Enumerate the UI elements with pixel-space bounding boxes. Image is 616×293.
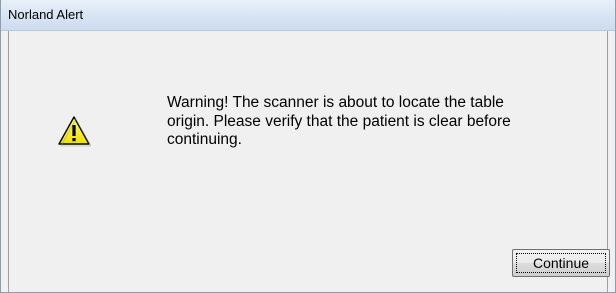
title-bar[interactable]: Norland Alert [1, 0, 615, 31]
continue-button-label: Continue [516, 253, 606, 273]
alert-message: Warning! The scanner is about to locate … [167, 94, 511, 148]
alert-dialog: Norland Alert Warning! The scanner is ab… [0, 0, 616, 293]
window-title: Norland Alert [8, 7, 84, 22]
warning-icon [58, 116, 91, 147]
continue-button[interactable]: Continue [512, 249, 610, 277]
